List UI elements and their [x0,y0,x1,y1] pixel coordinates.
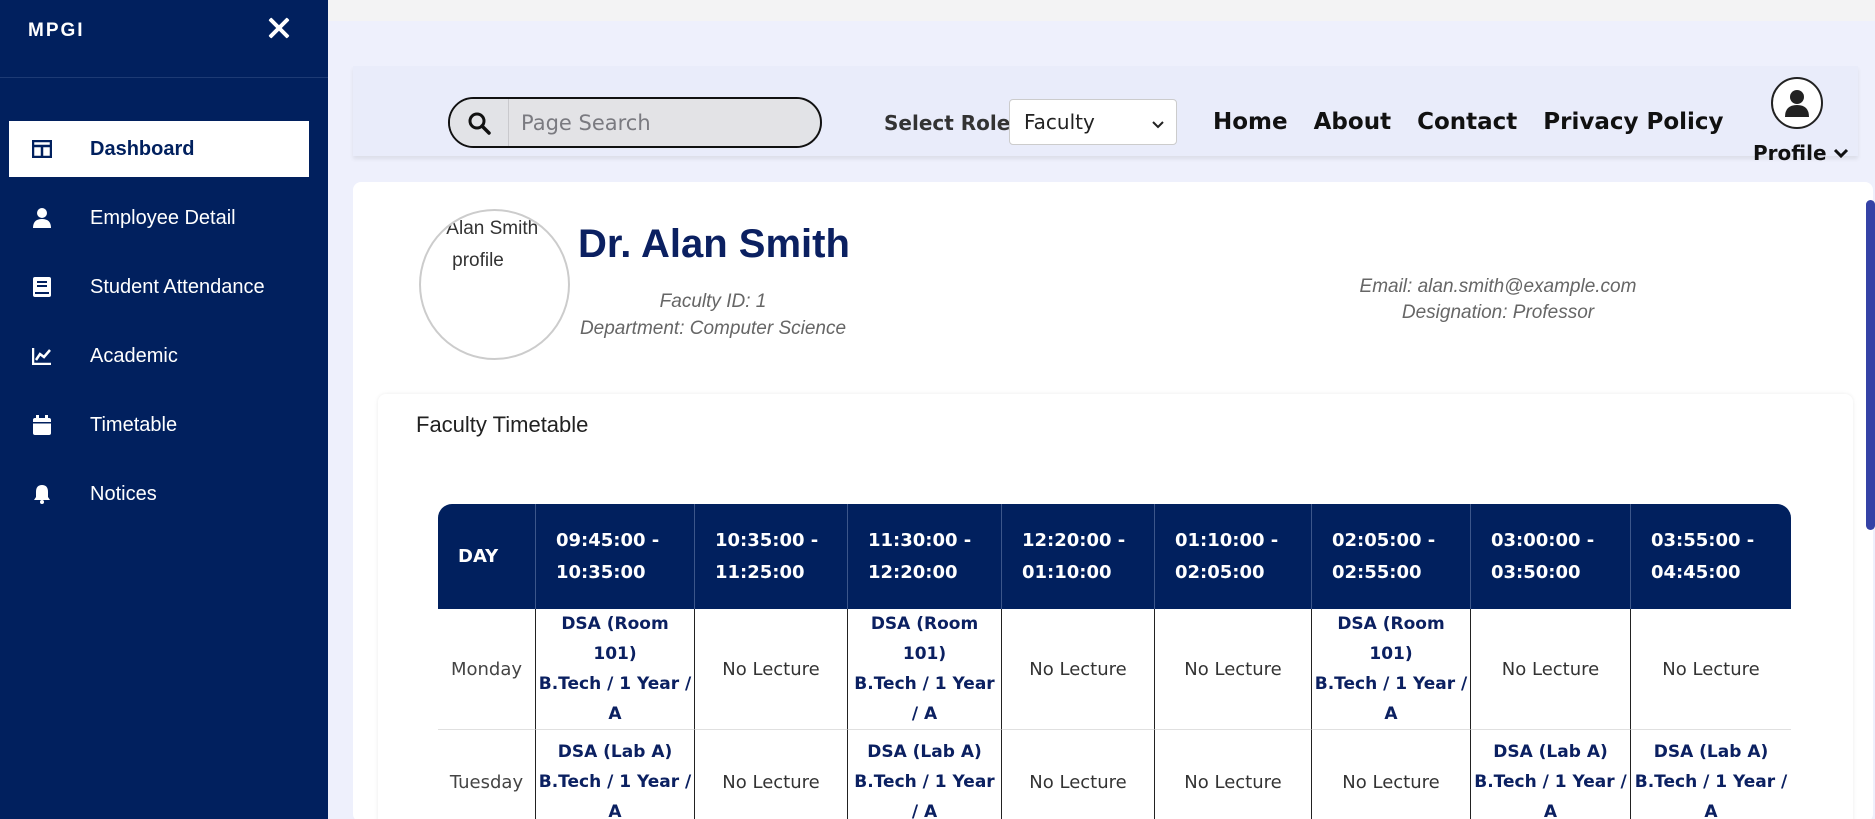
lecture-cell: DSA (Room 101) B.Tech / 1 Year / A [1312,609,1471,730]
top-strip [328,0,1875,21]
profile-picture-alt: Dr. Alan Smith profile [419,218,539,271]
empty-cell: No Lecture [1312,730,1471,819]
role-select[interactable]: Faculty [1009,99,1177,145]
sidebar-item-label: Student Attendance [90,275,265,298]
sidebar-item-student-attendance[interactable]: Student Attendance [9,259,309,315]
profile-card: Dr. Alan Smith profile Dr. Alan Smith Fa… [353,182,1873,819]
timetable-section: Faculty Timetable DAY 09:45:00 -10:35:00… [378,394,1853,819]
faculty-name: Dr. Alan Smith [578,222,850,266]
sidebar-item-label: Academic [90,344,178,367]
sidebar-item-employee-detail[interactable]: Employee Detail [9,190,309,246]
search-icon[interactable] [450,99,508,146]
slot-header: 11:30:00 -12:20:00 [848,504,1002,609]
bell-icon [31,483,53,505]
chart-icon [31,345,53,367]
lecture-cell: DSA (Lab A) B.Tech / 1 Year / A [1631,730,1791,819]
user-icon [1785,90,1809,117]
empty-cell: No Lecture [1155,609,1312,730]
table-row: Tuesday DSA (Lab A) B.Tech / 1 Year / A N… [438,730,1791,819]
chevron-down-icon [1152,110,1164,134]
nav-link-contact[interactable]: Contact [1417,109,1517,135]
search-input[interactable] [508,99,800,146]
nav-link-privacy-policy[interactable]: Privacy Policy [1543,109,1723,135]
main-area: Select Role: Faculty Home About Contact … [328,21,1875,819]
sidebar: MPGI Dashboard Employee Detail Student A… [0,0,328,819]
faculty-contact: Email: alan.smith@example.com Designatio… [1323,274,1673,326]
day-cell: Tuesday [438,730,536,819]
lecture-cell: DSA (Lab A) B.Tech / 1 Year / A [848,730,1002,819]
scrollbar[interactable] [1866,200,1875,530]
empty-cell: No Lecture [1002,609,1155,730]
slot-header: 09:45:00 -10:35:00 [536,504,695,609]
empty-cell: No Lecture [1002,730,1155,819]
table-row: Monday DSA (Room 101) B.Tech / 1 Year / A… [438,609,1791,730]
empty-cell: No Lecture [695,730,848,819]
slot-header: 03:55:00 -04:45:00 [1631,504,1791,609]
faculty-designation: Designation: Professor [1401,302,1595,323]
header-bar: Select Role: Faculty Home About Contact … [353,66,1858,165]
sidebar-item-label: Employee Detail [90,206,236,229]
sidebar-item-label: Notices [90,482,157,505]
lecture-cell: DSA (Room 101) B.Tech / 1 Year / A [848,609,1002,730]
empty-cell: No Lecture [1631,609,1791,730]
slot-header: 12:20:00 -01:10:00 [1002,504,1155,609]
sidebar-header: MPGI [0,0,328,78]
chevron-down-icon [1833,148,1848,158]
timetable-table: DAY 09:45:00 -10:35:00 10:35:00 -11:25:0… [438,504,1791,819]
nav-link-home[interactable]: Home [1213,109,1288,135]
faculty-email: Email: alan.smith@example.com [1359,276,1637,297]
avatar[interactable] [1771,77,1823,129]
nav-link-about[interactable]: About [1314,109,1391,135]
header-nav: Home About Contact Privacy Policy [1213,109,1724,135]
sidebar-item-timetable[interactable]: Timetable [9,397,309,453]
sidebar-item-label: Dashboard [90,137,195,160]
role-select-value: Faculty [1024,110,1095,134]
timetable-header-row: DAY 09:45:00 -10:35:00 10:35:00 -11:25:0… [438,504,1791,609]
sidebar-item-notices[interactable]: Notices [9,466,309,522]
columns-icon [31,138,53,160]
profile-label: Profile [1753,141,1827,165]
timetable-title: Faculty Timetable [416,412,589,437]
user-icon [31,207,53,229]
profile-menu[interactable]: Profile [1753,141,1849,165]
faculty-id: Faculty ID: 1 [659,291,767,312]
close-icon[interactable] [266,14,292,42]
slot-header: 10:35:00 -11:25:00 [695,504,848,609]
lecture-cell: DSA (Lab A) B.Tech / 1 Year / A [536,730,695,819]
sidebar-item-dashboard[interactable]: Dashboard [9,121,309,177]
empty-cell: No Lecture [1155,730,1312,819]
slot-header: 02:05:00 -02:55:00 [1312,504,1471,609]
lecture-cell: DSA (Lab A) B.Tech / 1 Year / A [1471,730,1631,819]
search-box [448,97,822,148]
brand-logo: MPGI [28,20,85,41]
day-column-header: DAY [438,504,536,609]
empty-cell: No Lecture [1471,609,1631,730]
slot-header: 01:10:00 -02:05:00 [1155,504,1312,609]
sidebar-nav: Dashboard Employee Detail Student Attend… [0,121,328,535]
book-icon [31,276,53,298]
sidebar-item-label: Timetable [90,413,178,436]
calendar-icon [31,414,53,436]
faculty-meta: Faculty ID: 1 Department: Computer Scien… [563,288,863,342]
lecture-cell: DSA (Room 101) B.Tech / 1 Year / A [536,609,695,730]
slot-header: 03:00:00 -03:50:00 [1471,504,1631,609]
empty-cell: No Lecture [695,609,848,730]
day-cell: Monday [438,609,536,730]
profile-picture: Dr. Alan Smith profile [419,209,570,360]
faculty-department: Department: Computer Science [579,318,847,339]
role-label: Select Role: [884,111,1019,135]
sidebar-item-academic[interactable]: Academic [9,328,309,384]
